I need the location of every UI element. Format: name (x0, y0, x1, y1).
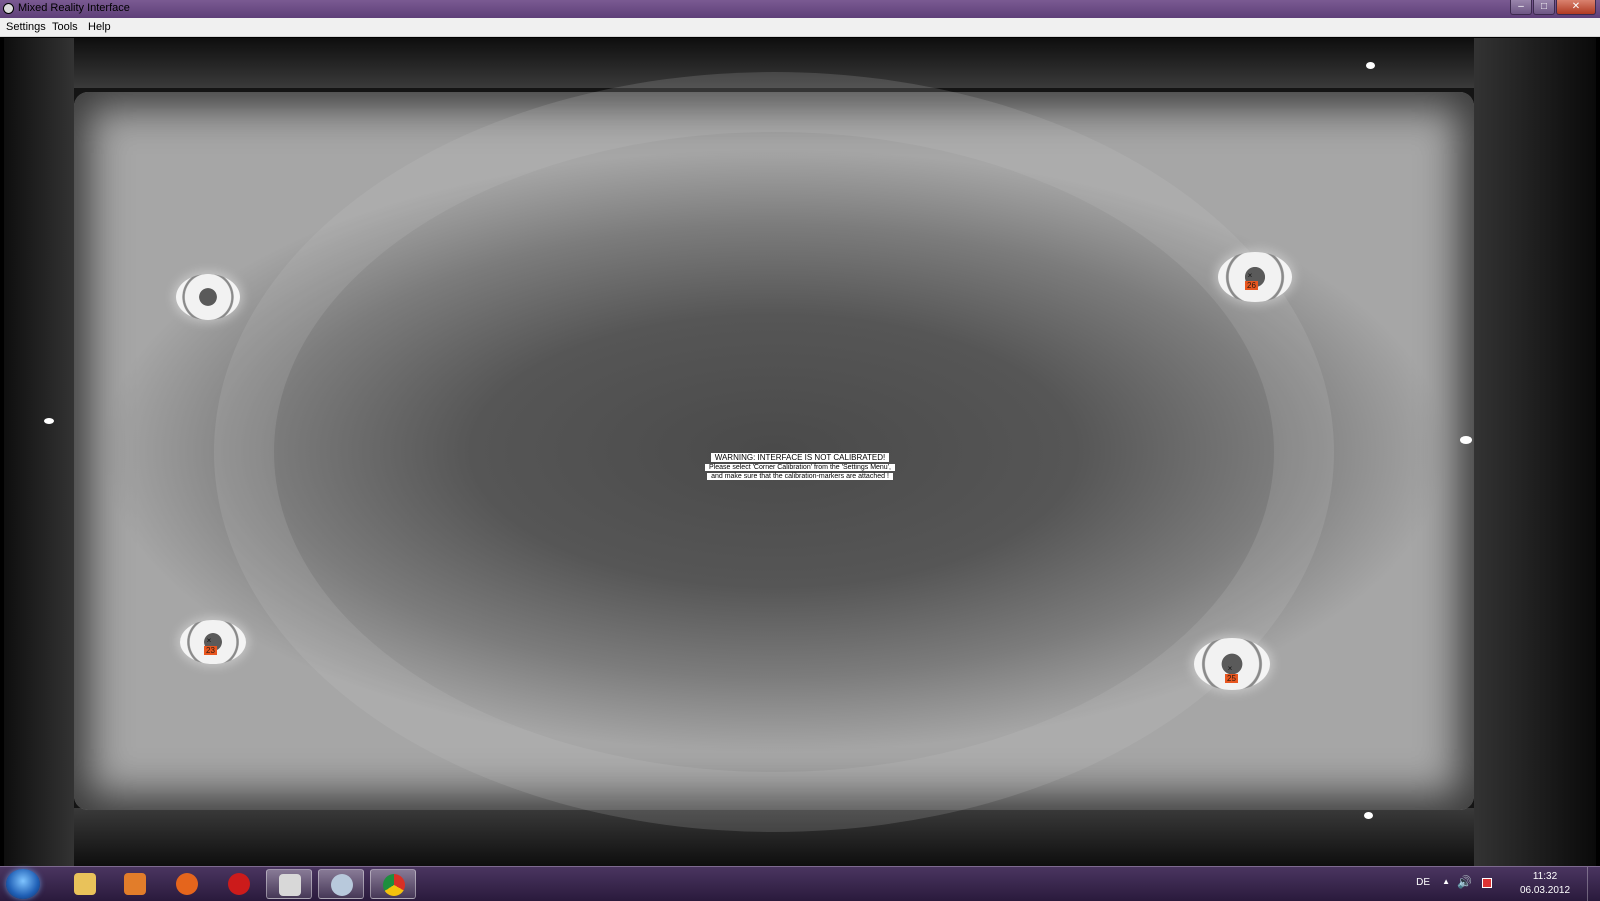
maximize-button[interactable]: □ (1533, 0, 1555, 15)
taskbar-camera-app[interactable] (266, 869, 312, 899)
clock-time: 11:32 (1532, 871, 1558, 882)
action-center-icon[interactable] (1482, 878, 1492, 888)
window-title: Mixed Reality Interface (18, 2, 130, 14)
opera-icon (228, 873, 250, 895)
calibration-warning: WARNING: INTERFACE IS NOT CALIBRATED! Pl… (690, 452, 910, 481)
marker-id-label: 26 (1245, 281, 1258, 290)
tray-expand-icon[interactable]: ▲ (1442, 877, 1450, 886)
reflection (44, 418, 54, 424)
warning-line-3: and make sure that the calibration-marke… (707, 473, 893, 480)
clock[interactable]: 11:32 06.03.2012 (1510, 870, 1580, 898)
taskbar-opera[interactable] (216, 869, 262, 899)
close-button[interactable]: ✕ (1556, 0, 1596, 15)
menu-tools[interactable]: Tools (52, 21, 78, 33)
marker-cross-icon: × (1247, 271, 1253, 280)
calibration-marker (176, 274, 240, 320)
taskbar-file-explorer[interactable] (62, 869, 108, 899)
minimize-button[interactable]: – (1510, 0, 1532, 15)
marker-id-label: 23 (204, 646, 217, 655)
frame-top (4, 38, 1596, 88)
marker-cross-icon: × (1227, 664, 1233, 673)
taskbar-paint-app[interactable] (318, 869, 364, 899)
frame-bottom (4, 808, 1596, 866)
clock-date: 06.03.2012 (1519, 885, 1571, 896)
camera-app-icon (279, 874, 301, 896)
show-desktop-button[interactable] (1587, 867, 1600, 901)
media-player-icon (124, 873, 146, 895)
app-icon[interactable] (3, 3, 14, 14)
taskbar-firefox[interactable] (164, 869, 210, 899)
frame-left (4, 38, 74, 866)
language-indicator[interactable]: DE (1416, 877, 1430, 888)
title-bar: Mixed Reality Interface – □ ✕ (0, 0, 1600, 18)
firefox-icon (176, 873, 198, 895)
marker-id-label: 25 (1225, 674, 1238, 683)
marker-cross-icon: × (206, 636, 212, 645)
taskbar-media-player[interactable] (112, 869, 158, 899)
folder-icon (74, 873, 96, 895)
calibration-marker (1218, 252, 1292, 302)
reflection (1364, 812, 1373, 819)
reflection (1366, 62, 1375, 69)
reflection (1460, 436, 1472, 444)
warning-title: WARNING: INTERFACE IS NOT CALIBRATED! (710, 453, 890, 462)
projection-surface (74, 92, 1474, 810)
start-button[interactable] (6, 869, 40, 899)
menu-help[interactable]: Help (88, 21, 111, 33)
taskbar: DE ▲ 🔊 11:32 06.03.2012 (0, 866, 1600, 901)
window-controls: – □ ✕ (1509, 0, 1596, 15)
warning-line-2: Please select 'Corner Calibration' from … (705, 464, 895, 471)
volume-icon[interactable]: 🔊 (1457, 875, 1472, 889)
taskbar-chrome[interactable] (370, 869, 416, 899)
chrome-icon (383, 874, 405, 896)
paint-icon (331, 874, 353, 896)
menu-settings[interactable]: Settings (6, 21, 46, 33)
frame-right (1474, 38, 1596, 866)
menu-bar: Settings Tools Help (0, 18, 1600, 37)
